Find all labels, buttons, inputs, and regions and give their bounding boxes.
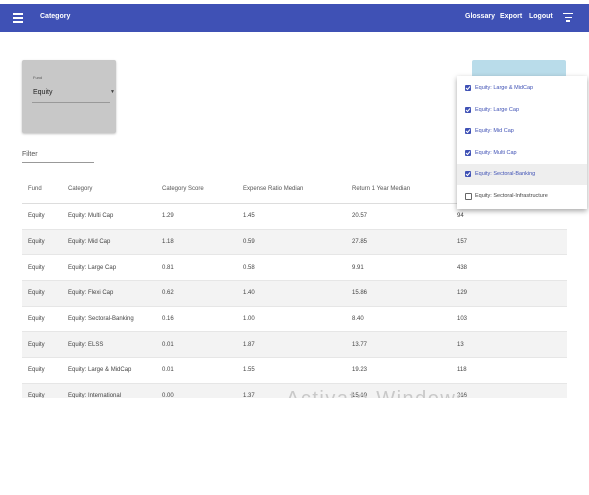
cell-category: Equity: Mid Cap <box>62 229 156 256</box>
dropdown-option-label: Equity: Large Cap <box>475 107 520 113</box>
cell-return-1y: 9.91 <box>346 254 451 282</box>
filter-list-icon[interactable] <box>563 13 573 23</box>
cell-n: 157 <box>451 229 567 256</box>
checkbox-checked-icon[interactable] <box>465 171 471 177</box>
column-header-category[interactable]: Category <box>62 175 156 204</box>
cell-fund: Equity <box>22 280 62 307</box>
cell-return-1y: 27.85 <box>346 229 451 256</box>
dropdown-option-multi-cap[interactable]: Equity: Multi Cap <box>457 143 587 164</box>
activate-windows-watermark: Activate Windows <box>286 388 468 398</box>
dropdown-option-mid-cap[interactable]: Equity: Mid Cap <box>457 121 587 142</box>
cell-category: Equity: Flexi Cap <box>62 280 156 307</box>
cell-n: 13 <box>451 331 567 359</box>
filter-input[interactable]: Filter <box>22 151 38 158</box>
cell-n: 103 <box>451 306 567 333</box>
cell-fund: Equity <box>22 229 62 256</box>
table-row[interactable]: Equity Equity: Large & MidCap 0.01 1.55 … <box>22 357 567 384</box>
checkbox-checked-icon[interactable] <box>465 107 471 113</box>
cell-n: 438 <box>451 254 567 282</box>
hamburger-menu-icon[interactable] <box>13 13 23 23</box>
column-header-fund[interactable]: Fund <box>22 175 62 204</box>
cell-category-score: 0.62 <box>156 280 237 307</box>
dropdown-option-large-cap[interactable]: Equity: Large Cap <box>457 100 587 121</box>
cell-fund: Equity <box>22 306 62 333</box>
cell-expense-ratio: 1.55 <box>237 357 346 384</box>
cell-category-score: 1.18 <box>156 229 237 256</box>
cell-category: Equity: Multi Cap <box>62 203 156 230</box>
checkbox-checked-icon[interactable] <box>465 150 471 156</box>
cell-fund: Equity <box>22 331 62 359</box>
cell-category: Equity: Sectoral-Banking <box>62 306 156 333</box>
cell-fund: Equity <box>22 254 62 282</box>
column-header-category-score[interactable]: Category Score <box>156 175 237 204</box>
table-row[interactable]: Equity Equity: Large Cap 0.81 0.58 9.91 … <box>22 254 567 282</box>
cell-expense-ratio: 0.58 <box>237 254 346 282</box>
glossary-link[interactable]: Glossary <box>465 13 495 20</box>
cell-category: Equity: ELSS <box>62 331 156 359</box>
cell-return-1y: 8.40 <box>346 306 451 333</box>
cell-return-1y: 19.23 <box>346 357 451 384</box>
cell-n: 118 <box>451 357 567 384</box>
cell-return-1y: 15.86 <box>346 280 451 307</box>
cell-expense-ratio: 1.45 <box>237 203 346 230</box>
cell-expense-ratio: 0.59 <box>237 229 346 256</box>
dropdown-option-label: Equity: Mid Cap <box>475 128 514 134</box>
cell-category-score: 0.01 <box>156 357 237 384</box>
dropdown-option-label: Equity: Multi Cap <box>475 150 517 156</box>
cell-n: 129 <box>451 280 567 307</box>
cell-category: Equity: Large & MidCap <box>62 357 156 384</box>
checkbox-checked-icon[interactable] <box>465 128 471 134</box>
category-dropdown-menu: Equity: Large & MidCap Equity: Large Cap… <box>457 76 587 209</box>
cell-expense-ratio: 1.40 <box>237 280 346 307</box>
cell-category-score: 0.81 <box>156 254 237 282</box>
page-title: Category <box>40 13 71 20</box>
table-row[interactable]: Equity Equity: ELSS 0.01 1.87 13.77 13 <box>22 331 567 359</box>
table-row[interactable]: Equity Equity: Sectoral-Banking 0.16 1.0… <box>22 306 567 333</box>
dropdown-option-sectoral-banking[interactable]: Equity: Sectoral-Banking <box>457 164 587 185</box>
dropdown-option-label: Equity: Sectoral-Infrastructure <box>475 193 548 199</box>
cell-expense-ratio: 1.87 <box>237 331 346 359</box>
app-window: Category Glossary Export Logout Fund Equ… <box>0 0 589 398</box>
export-link[interactable]: Export <box>500 13 522 20</box>
dropdown-option-label: Equity: Large & MidCap <box>475 85 534 91</box>
logout-link[interactable]: Logout <box>529 13 553 20</box>
cell-category-score: 1.29 <box>156 203 237 230</box>
dropdown-option-label: Equity: Sectoral-Banking <box>475 171 536 177</box>
cell-return-1y: 20.57 <box>346 203 451 230</box>
cell-category-score: 0.00 <box>156 383 237 398</box>
column-header-return-1-year-median[interactable]: Return 1 Year Median <box>346 175 451 204</box>
caret-down-icon[interactable]: ▼ <box>110 89 115 95</box>
cell-fund: Equity <box>22 203 62 230</box>
checkbox-unchecked-icon[interactable] <box>465 193 472 200</box>
cell-category: Equity: International <box>62 383 156 398</box>
filter-underline <box>22 162 94 163</box>
cell-category: Equity: Large Cap <box>62 254 156 282</box>
fund-select-underline <box>32 102 110 103</box>
checkbox-checked-icon[interactable] <box>465 85 471 91</box>
dropdown-option-large-midcap[interactable]: Equity: Large & MidCap <box>457 78 587 99</box>
dropdown-option-sectoral-infrastructure[interactable]: Equity: Sectoral-Infrastructure <box>457 186 587 207</box>
cell-fund: Equity <box>22 357 62 384</box>
column-header-expense-ratio-median[interactable]: Expense Ratio Median <box>237 175 346 204</box>
cell-n: 216 <box>451 383 567 398</box>
cell-return-1y: 13.77 <box>346 331 451 359</box>
cell-fund: Equity <box>22 383 62 398</box>
fund-select-card: Fund Equity ▼ <box>22 60 116 133</box>
top-app-bar: Category Glossary Export Logout <box>0 4 589 32</box>
fund-select[interactable]: Equity <box>33 89 52 96</box>
table-row[interactable]: Equity Equity: Flexi Cap 0.62 1.40 15.86… <box>22 280 567 307</box>
table-row[interactable]: Equity Equity: Mid Cap 1.18 0.59 27.85 1… <box>22 229 567 256</box>
cell-category-score: 0.16 <box>156 306 237 333</box>
fund-select-label: Fund <box>33 75 43 80</box>
cell-category-score: 0.01 <box>156 331 237 359</box>
cell-expense-ratio: 1.00 <box>237 306 346 333</box>
